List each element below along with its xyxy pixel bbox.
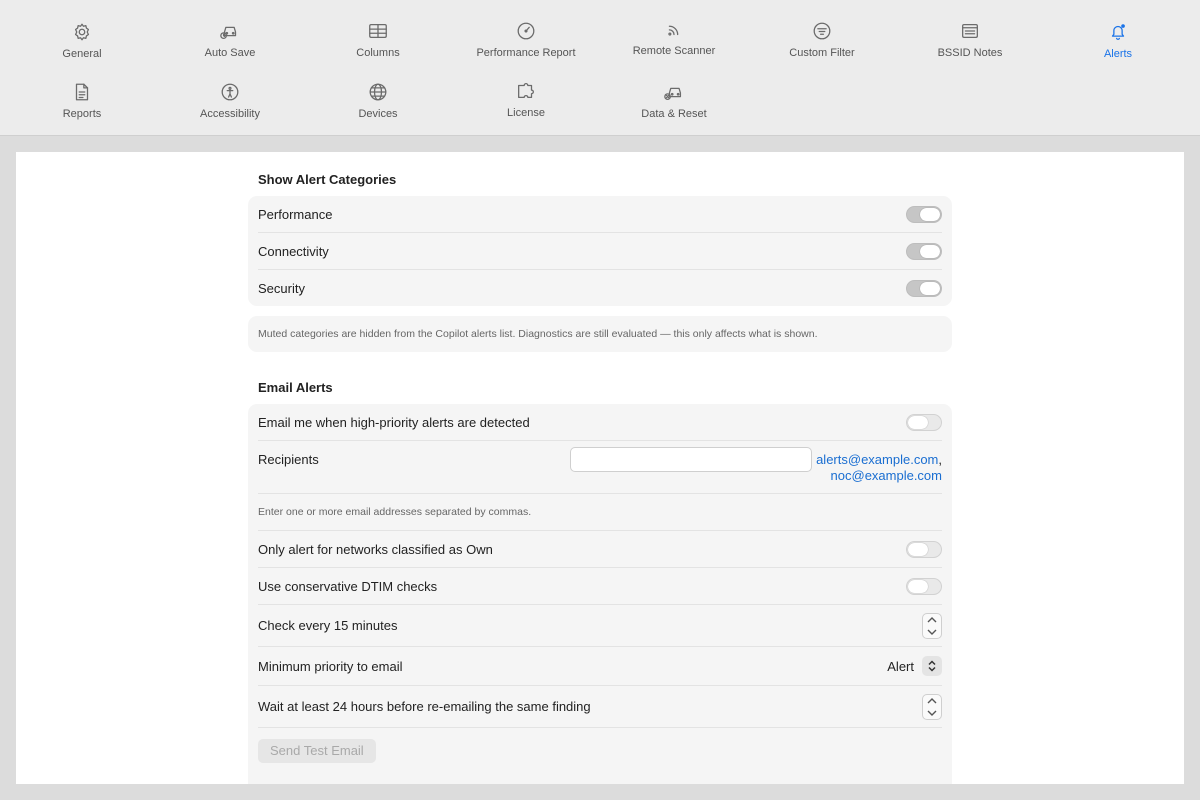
- preferences-toolbar: General Auto Save Columns Performance Re…: [0, 0, 1200, 136]
- performance-toggle[interactable]: [906, 205, 942, 223]
- tab-remote-scanner[interactable]: Remote Scanner: [600, 11, 748, 61]
- interval-label: Check every 15 minutes: [258, 618, 398, 633]
- car-reset-icon: [662, 80, 686, 104]
- tab-label: License: [507, 107, 545, 119]
- accessibility-icon: [218, 80, 242, 104]
- tab-label: Auto Save: [204, 47, 256, 59]
- min-priority-row: Minimum priority to email Alert: [258, 647, 942, 686]
- category-label: Connectivity: [258, 243, 329, 259]
- interval-row: Check every 15 minutes: [258, 605, 942, 647]
- tab-columns[interactable]: Columns: [304, 13, 452, 63]
- tab-custom-filter[interactable]: Custom Filter: [748, 13, 896, 63]
- tab-label: Performance Report: [476, 47, 576, 59]
- bell-icon: [1106, 20, 1130, 44]
- notes-icon: [958, 19, 982, 43]
- settings-content: Show Alert Categories Performance Connec…: [16, 152, 1184, 784]
- wait-stepper[interactable]: [922, 693, 942, 720]
- stepper-down-icon: [927, 710, 937, 716]
- dtim-toggle[interactable]: [906, 577, 942, 595]
- interval-stepper[interactable]: [922, 612, 942, 639]
- recipients-list: alerts@example.com, noc@example.com: [816, 452, 942, 484]
- category-label: Performance: [258, 206, 333, 222]
- dtim-row: Use conservative DTIM checks: [258, 568, 942, 605]
- email-enable-toggle[interactable]: [906, 413, 942, 431]
- tab-data-reset[interactable]: Data & Reset: [600, 74, 748, 124]
- section-title-email: Email Alerts: [258, 380, 333, 395]
- tab-performance-report[interactable]: Performance Report: [452, 13, 600, 63]
- send-test-email-button[interactable]: Send Test Email: [258, 739, 376, 763]
- section-title-categories: Show Alert Categories: [258, 172, 397, 187]
- tab-label: Data & Reset: [641, 108, 707, 120]
- security-toggle[interactable]: [906, 279, 942, 297]
- tab-label: BSSID Notes: [937, 47, 1003, 59]
- tab-reports[interactable]: Reports: [8, 74, 156, 124]
- tab-license[interactable]: License: [452, 73, 600, 123]
- stepper-up-icon: [927, 697, 937, 703]
- tab-label: Reports: [62, 108, 102, 120]
- tab-general[interactable]: General: [8, 14, 156, 64]
- recipients-controls: alerts@example.com, noc@example.com: [570, 447, 942, 484]
- recipients-row: Recipients alerts@example.com, noc@examp…: [258, 441, 942, 494]
- connectivity-toggle[interactable]: [906, 242, 942, 260]
- min-priority-label: Minimum priority to email: [258, 658, 403, 674]
- wait-row: Wait at least 24 hours before re-emailin…: [258, 686, 942, 728]
- categories-note: Muted categories are hidden from the Cop…: [248, 316, 952, 352]
- tab-bssid-notes[interactable]: BSSID Notes: [896, 13, 1044, 63]
- dtim-label: Use conservative DTIM checks: [258, 578, 438, 594]
- tab-label: Custom Filter: [789, 47, 855, 59]
- own-only-toggle[interactable]: [906, 540, 942, 558]
- wait-label: Wait at least 24 hours before re-emailin…: [258, 699, 591, 714]
- send-test-row: Send Test Email: [258, 728, 942, 774]
- gear-icon: [70, 20, 94, 44]
- email-enable-row: Email me when high-priority alerts are d…: [258, 404, 942, 441]
- table-icon: [366, 19, 390, 43]
- category-label: Security: [258, 280, 305, 296]
- own-only-label: Only alert for networks classified as Ow…: [258, 541, 493, 557]
- tab-label: Columns: [356, 47, 400, 59]
- recipients-input[interactable]: [570, 447, 813, 472]
- min-priority-value: Alert: [887, 658, 914, 674]
- own-only-row: Only alert for networks classified as Ow…: [258, 531, 942, 568]
- stepper-down-icon: [927, 629, 937, 635]
- tab-label: Devices: [358, 108, 398, 120]
- tab-auto-save[interactable]: Auto Save: [156, 13, 304, 63]
- recipients-label: Recipients: [258, 452, 319, 467]
- recipient-link-noc[interactable]: noc@example.com: [831, 468, 942, 483]
- tab-label: Accessibility: [200, 108, 260, 120]
- globe-icon: [366, 80, 390, 104]
- filter-icon: [810, 19, 834, 43]
- gauge-icon: [514, 19, 538, 43]
- stepper-up-icon: [927, 616, 937, 622]
- tab-accessibility[interactable]: Accessibility: [156, 74, 304, 124]
- car-clock-icon: [218, 19, 242, 43]
- categories-group: Performance Connectivity Security: [248, 196, 952, 306]
- category-row-security: Security: [258, 270, 942, 306]
- rss-icon: [662, 17, 686, 41]
- email-group: Email me when high-priority alerts are d…: [248, 404, 952, 784]
- tab-alerts[interactable]: Alerts: [1044, 14, 1192, 64]
- settings-column: Show Alert Categories Performance Connec…: [248, 152, 952, 784]
- min-priority-popup[interactable]: Alert: [887, 656, 942, 676]
- tab-label: General: [62, 48, 102, 60]
- document-icon: [70, 80, 94, 104]
- tab-label: Alerts: [1103, 48, 1133, 60]
- recipient-link-alerts[interactable]: alerts@example.com: [816, 452, 938, 467]
- recipients-comma: ,: [938, 452, 942, 467]
- recipients-helper-text: Enter one or more email addresses separa…: [258, 506, 532, 518]
- puzzle-icon: [514, 79, 538, 103]
- tab-devices[interactable]: Devices: [304, 74, 452, 124]
- category-row-performance: Performance: [258, 196, 942, 233]
- chevron-up-down-icon: [922, 656, 942, 676]
- tab-label: Remote Scanner: [632, 45, 716, 57]
- email-enable-label: Email me when high-priority alerts are d…: [258, 414, 530, 430]
- category-row-connectivity: Connectivity: [258, 233, 942, 270]
- recipients-helper-row: Enter one or more email addresses separa…: [258, 494, 942, 531]
